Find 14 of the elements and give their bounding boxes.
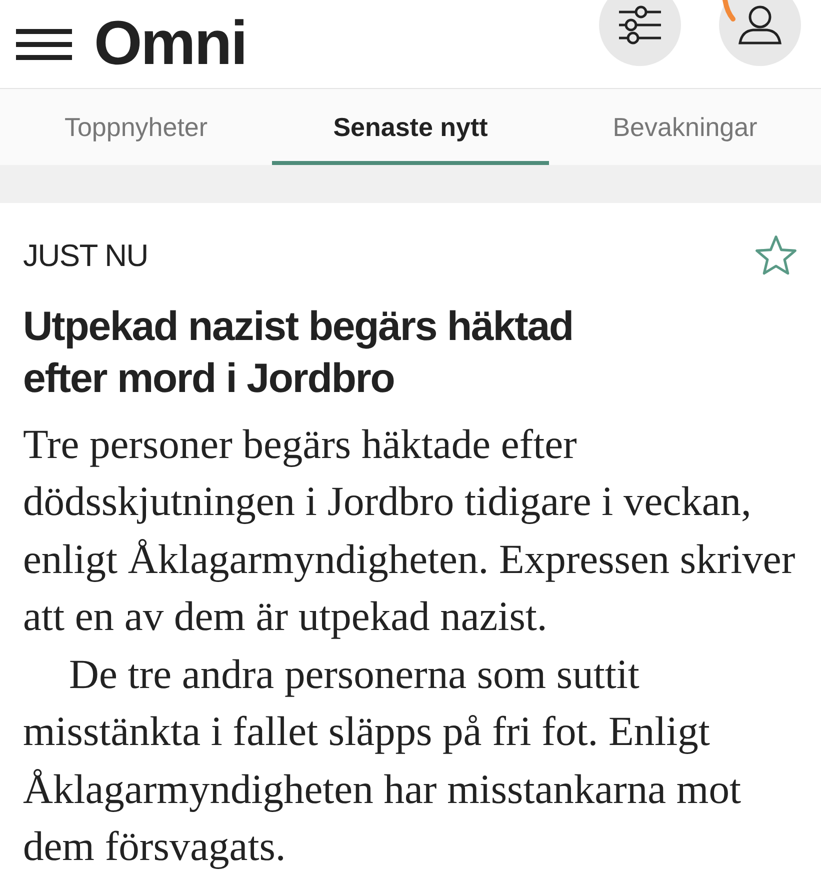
tab[interactable]: Toppnyheter — [0, 89, 272, 165]
paragraph: Tre personer begärs häktade efter dödsskjutningen i Jordbro tidigare i veckan, enligt Åklagarmyndigheten. Expressen skriver att en av dem är utpekad nazist. — [23, 420, 796, 641]
tab[interactable]: Bevakningar — [549, 89, 821, 165]
swipe-mark — [722, 0, 736, 22]
star-icon[interactable] — [754, 235, 798, 278]
settings-icon — [617, 4, 663, 46]
paragraph: De tre andra personerna som suttit misstänkta i fallet släpps på fri fot. Enligt Åklagarmyndigheten har misstankarna mot dem försvagats. — [23, 650, 742, 871]
person-icon — [737, 5, 783, 45]
profile-button[interactable] — [719, 0, 801, 66]
headline: Utpekad nazist begärs häktad efter mord i Jordbro — [23, 302, 574, 402]
section-label: JUST NU — [23, 237, 148, 275]
logo[interactable]: Omni — [94, 13, 246, 75]
filter-button[interactable] — [599, 0, 681, 66]
menu-icon[interactable] — [16, 27, 72, 61]
